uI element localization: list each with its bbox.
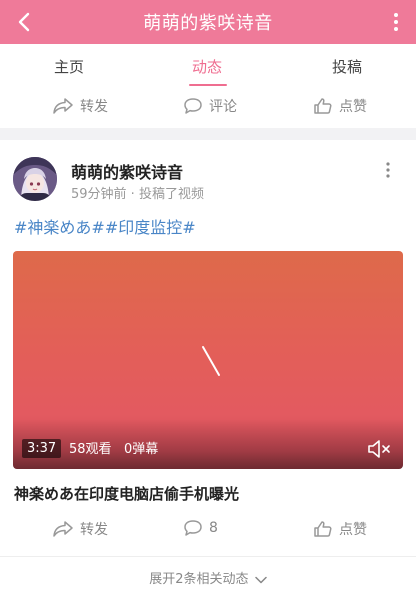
app-root: 萌萌的紫咲诗音 主页 动态 投稿 转发 评论 点赞 萌萌的紫咲诗音 59分钟前 … <box>0 0 416 599</box>
video-duration: 3:37 <box>22 439 62 458</box>
active-tab-indicator <box>189 84 227 86</box>
post-comment-count: 8 <box>209 520 218 536</box>
loading-spinner-icon <box>202 346 220 376</box>
share-icon <box>53 98 73 114</box>
more-vertical-icon <box>386 162 390 178</box>
more-button[interactable] <box>386 8 406 36</box>
post-more-button[interactable] <box>386 162 394 182</box>
post-card: 萌萌的紫咲诗音 59分钟前 · 投稿了视频 #神楽めあ##印度监控# 3:37 … <box>0 140 416 556</box>
author-name[interactable]: 萌萌的紫咲诗音 <box>71 159 183 183</box>
post-meta: 59分钟前 · 投稿了视频 <box>71 187 204 202</box>
avatar-image <box>13 157 57 201</box>
top-bar: 萌萌的紫咲诗音 <box>0 0 416 44</box>
page-title: 萌萌的紫咲诗音 <box>143 13 273 34</box>
video-danmaku-count: 0弹幕 <box>124 442 159 457</box>
post-like-label: 点赞 <box>339 522 367 538</box>
post-action-row: 转发 8 点赞 <box>0 516 416 556</box>
video-player[interactable]: 3:37 58观看 0弹幕 <box>13 251 403 469</box>
top-action-row: 转发 评论 点赞 <box>0 88 416 128</box>
repost-button[interactable]: 转发 <box>52 96 108 116</box>
mute-icon[interactable] <box>367 438 393 460</box>
tab-home[interactable]: 主页 <box>54 56 84 77</box>
thumbs-up-icon <box>314 521 332 537</box>
expand-label: 展开2条相关动态 <box>149 572 249 587</box>
repost-label: 转发 <box>80 99 108 115</box>
section-divider <box>0 128 416 140</box>
comment-icon <box>184 98 202 114</box>
avatar[interactable] <box>13 157 57 201</box>
tab-bar: 主页 动态 投稿 <box>0 44 416 88</box>
post-repost-button[interactable]: 转发 <box>52 519 108 539</box>
video-views: 58观看 <box>69 442 112 457</box>
post-comment-button[interactable]: 8 <box>183 519 218 537</box>
like-label: 点赞 <box>339 99 367 115</box>
tab-uploads[interactable]: 投稿 <box>332 56 362 77</box>
chevron-down-icon <box>254 576 267 583</box>
comment-button[interactable]: 评论 <box>183 96 237 116</box>
thumbs-up-icon <box>314 98 332 114</box>
like-button[interactable]: 点赞 <box>313 96 367 116</box>
tab-dynamics[interactable]: 动态 <box>192 56 222 77</box>
post-repost-label: 转发 <box>80 522 108 538</box>
comment-icon <box>184 520 202 536</box>
topic-tags[interactable]: #神楽めあ##印度监控# <box>14 214 196 238</box>
video-title[interactable]: 神楽めあ在印度电脑店偷手机曝光 <box>14 483 239 504</box>
post-like-button[interactable]: 点赞 <box>313 519 367 539</box>
expand-related-button[interactable]: 展开2条相关动态 <box>0 556 416 599</box>
more-vertical-icon <box>394 13 398 31</box>
comment-label: 评论 <box>209 99 237 115</box>
share-icon <box>53 521 73 537</box>
